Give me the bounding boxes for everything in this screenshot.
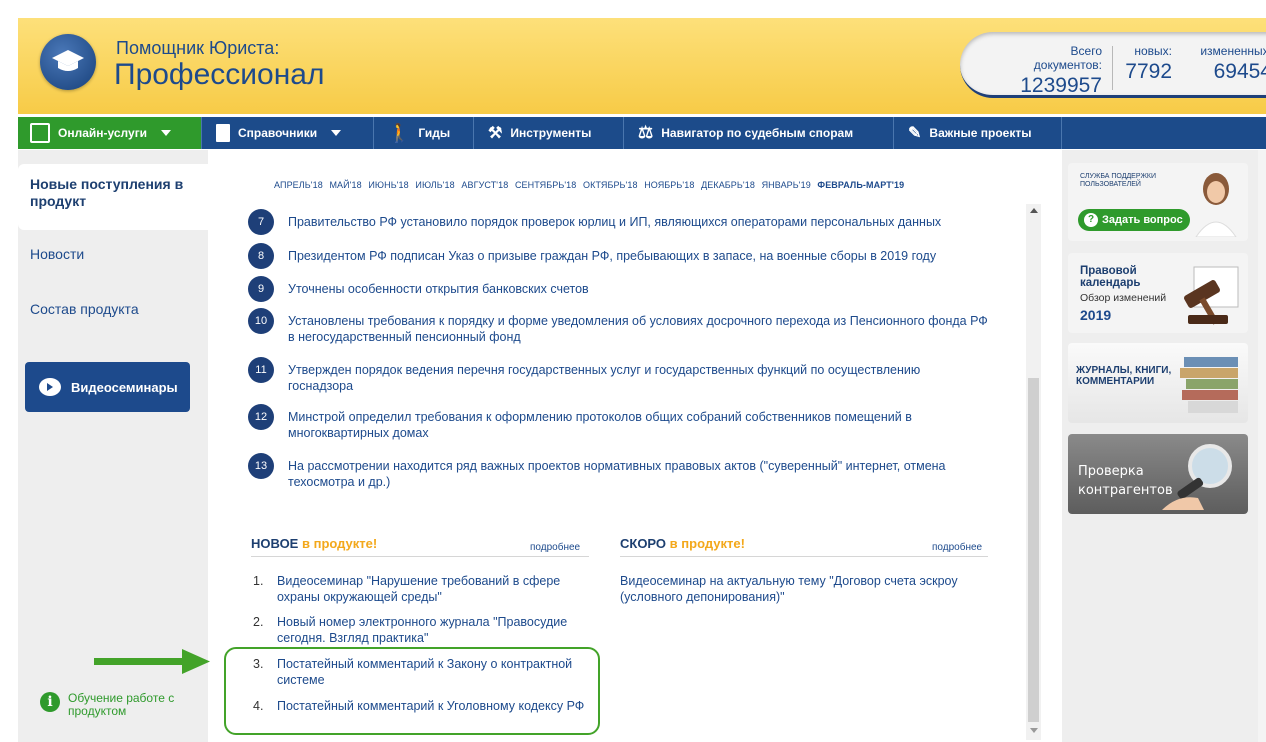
news-link[interactable]: Установлены требования к порядку и форме…	[288, 308, 988, 345]
support-banner[interactable]: СЛУЖБА ПОДДЕРЖКИ ПОЛЬЗОВАТЕЛЕЙ ? Задать …	[1068, 163, 1248, 241]
news-link[interactable]: Уточнены особенности открытия банковских…	[288, 276, 589, 297]
month-link-current[interactable]: ФЕВРАЛЬ-МАРТ'19	[817, 180, 904, 190]
item-number: 8	[248, 243, 274, 269]
gavel-icon	[1184, 266, 1239, 325]
soon-section-more-link[interactable]: подробнее	[932, 542, 982, 553]
news-link[interactable]: Утвержден порядок ведения перечня госуда…	[288, 357, 988, 394]
brand-line2: Профессионал	[114, 58, 325, 91]
nav-important-projects[interactable]: ✎ Важные проекты	[896, 117, 1062, 149]
nav-guides[interactable]: 🚶 Гиды	[376, 117, 474, 149]
news-item[interactable]: 7 Правительство РФ установило порядок пр…	[248, 209, 988, 235]
counterparty-check-label: Проверка контрагентов	[1078, 464, 1173, 498]
brand-line1: Помощник Юриста:	[116, 38, 280, 58]
month-link[interactable]: МАЙ'18	[329, 180, 361, 190]
nav-reference[interactable]: Справочники	[204, 117, 374, 149]
learn-product-link[interactable]: i Обучение работе с продуктом	[40, 692, 188, 718]
journals-banner[interactable]: ЖУРНАЛЫ, КНИГИ, КОММЕНТАРИИ	[1068, 343, 1248, 423]
item-number: 13	[248, 453, 274, 479]
month-link[interactable]: СЕНТЯБРЬ'18	[515, 180, 576, 190]
news-link[interactable]: На рассмотрении находится ряд важных про…	[288, 453, 988, 490]
counterparty-check-banner[interactable]: Проверка контрагентов	[1068, 434, 1248, 514]
news-item[interactable]: 11 Утвержден порядок ведения перечня гос…	[248, 357, 988, 394]
edit-icon: ✎	[908, 125, 922, 142]
main-nav: Онлайн-услуги Справочники 🚶 Гиды ⚒ Инстр…	[18, 117, 1266, 149]
legal-calendar-banner[interactable]: Правовой календарь Обзор изменений 2019	[1068, 253, 1248, 333]
item-number: 10	[248, 308, 274, 334]
document-counters: Всего документов: 1239957 новых: 7792 из…	[960, 32, 1266, 98]
support-operator-icon	[1195, 173, 1237, 237]
nav-online-services[interactable]: Онлайн-услуги	[18, 117, 202, 149]
news-item[interactable]: 8 Президентом РФ подписан Указ о призыве…	[248, 243, 988, 269]
calendar-title: Правовой календарь	[1080, 265, 1141, 289]
sidebar-item-product-contents[interactable]: Состав продукта	[30, 301, 139, 317]
scales-icon: ⚖	[638, 123, 654, 142]
month-link[interactable]: ИЮЛЬ'18	[415, 180, 454, 190]
logo-icon	[40, 34, 96, 90]
sidebar-item-news[interactable]: Новости	[30, 246, 84, 262]
sidebar-item-new-arrivals[interactable]: Новые поступления в продукт	[30, 176, 200, 210]
nav-court-navigator[interactable]: ⚖ Навигатор по судебным спорам	[626, 117, 894, 149]
video-icon	[39, 378, 61, 396]
scrollbar-thumb[interactable]	[1028, 378, 1039, 722]
chevron-down-icon	[331, 130, 342, 136]
journals-label: ЖУРНАЛЫ, КНИГИ, КОММЕНТАРИИ	[1076, 365, 1172, 387]
counter-new: новых: 7792	[1125, 44, 1172, 83]
arrow-icon	[94, 649, 210, 674]
month-link[interactable]: ЯНВАРЬ'19	[762, 180, 811, 190]
news-link[interactable]: Минстрой определил требования к оформлен…	[288, 404, 988, 441]
ask-question-button[interactable]: ? Задать вопрос	[1078, 209, 1190, 231]
month-link[interactable]: ИЮНЬ'18	[368, 180, 408, 190]
news-item[interactable]: 13 На рассмотрении находится ряд важных …	[248, 453, 988, 490]
counter-changed: измененных: 69454	[1200, 44, 1266, 83]
month-link[interactable]: НОЯБРЬ'18	[644, 180, 694, 190]
soon-item[interactable]: Видеосеминар на актуальную тему "Договор…	[620, 573, 990, 605]
chevron-down-icon	[161, 130, 172, 136]
item-number: 9	[248, 276, 274, 302]
item-number: 11	[248, 357, 274, 383]
news-item[interactable]: 12 Минстрой определил требования к оформ…	[248, 404, 988, 441]
news-item[interactable]: 10 Установлены требования к порядку и фо…	[248, 308, 988, 345]
calendar-year: 2019	[1080, 307, 1112, 323]
video-seminars-button[interactable]: Видеосеминары	[25, 362, 190, 412]
new-section-more-link[interactable]: подробнее	[530, 542, 580, 553]
page-scrollbar[interactable]	[1258, 150, 1266, 742]
tools-icon: ⚒	[488, 125, 503, 142]
info-icon: i	[40, 692, 60, 712]
list-item[interactable]: 1. Видеосеминар "Нарушение требований в с…	[253, 573, 593, 605]
soon-section-title: СКОРО в продукте!	[620, 536, 745, 551]
scroll-down-icon[interactable]	[1030, 728, 1038, 733]
book-icon	[216, 124, 230, 142]
app-header: Помощник Юриста: Профессионал Всего доку…	[18, 18, 1266, 114]
months-bar: АПРЕЛЬ'18 МАЙ'18 ИЮНЬ'18 ИЮЛЬ'18 АВГУСТ'…	[274, 180, 908, 190]
nav-tools[interactable]: ⚒ Инструменты	[476, 117, 624, 149]
question-icon: ?	[1084, 213, 1098, 227]
month-link[interactable]: ДЕКАБРЬ'18	[701, 180, 755, 190]
books-icon	[1180, 357, 1238, 413]
new-section-title: НОВОЕ в продукте!	[251, 536, 378, 551]
list-item[interactable]: 2. Новый номер электронного журнала "Прав…	[253, 614, 593, 646]
highlight-frame	[224, 647, 600, 735]
month-link[interactable]: АПРЕЛЬ'18	[274, 180, 323, 190]
item-number: 7	[248, 209, 274, 235]
monitor-icon	[30, 123, 50, 143]
news-link[interactable]: Правительство РФ установило порядок пров…	[288, 209, 941, 230]
month-link[interactable]: ОКТЯБРЬ'18	[583, 180, 638, 190]
item-number: 12	[248, 404, 274, 430]
divider	[620, 556, 988, 557]
news-item[interactable]: 9 Уточнены особенности открытия банковск…	[248, 276, 988, 302]
counter-total: Всего документов: 1239957	[1020, 44, 1102, 97]
guide-icon: 🚶	[388, 122, 411, 143]
counter-divider	[1112, 46, 1113, 90]
support-label: СЛУЖБА ПОДДЕРЖКИ ПОЛЬЗОВАТЕЛЕЙ	[1080, 173, 1157, 188]
news-link[interactable]: Президентом РФ подписан Указ о призыве г…	[288, 243, 936, 264]
month-link[interactable]: АВГУСТ'18	[461, 180, 508, 190]
magnifier-icon	[1162, 444, 1232, 510]
calendar-subtitle: Обзор изменений	[1080, 292, 1167, 304]
divider	[251, 556, 589, 557]
scroll-up-icon[interactable]	[1030, 208, 1038, 213]
